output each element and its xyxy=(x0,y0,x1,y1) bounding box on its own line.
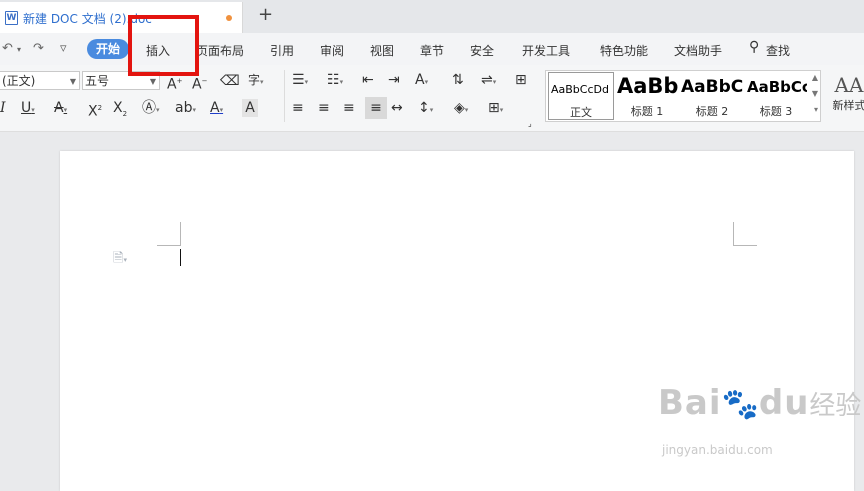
clear-format-icon[interactable]: ⌫ xyxy=(220,72,240,90)
font-name-value: (正文) xyxy=(2,74,36,88)
watermark-site: jingyan.baidu.com xyxy=(662,443,773,457)
tab-special-features[interactable]: 特色功能 xyxy=(600,42,648,59)
divider xyxy=(284,70,285,122)
style-heading-3[interactable]: AaBbCc 标题 3 xyxy=(745,72,807,120)
paw-icon: 🐾 xyxy=(721,387,759,422)
style-caption: 标题 2 xyxy=(695,105,729,118)
tab-developer-tools[interactable]: 开发工具 xyxy=(522,42,570,59)
line-break-icon[interactable]: ⇌▾ xyxy=(481,71,496,91)
margin-corner-mark xyxy=(180,222,181,246)
search-icon[interactable]: ⚲ xyxy=(749,39,759,55)
undo-icon[interactable]: ↶ xyxy=(2,41,13,56)
watermark-brand-cn: 经验 xyxy=(809,391,862,421)
strikethrough-icon[interactable]: A▾ xyxy=(54,99,67,119)
font-name-select[interactable]: (正文) ▼ xyxy=(0,71,80,90)
font-color-icon[interactable]: A▾ xyxy=(210,99,223,119)
search-label[interactable]: 查找 xyxy=(766,42,790,59)
char-shading-icon[interactable]: A xyxy=(242,99,258,117)
redo-icon[interactable]: ↷ xyxy=(33,41,44,56)
decrease-indent-icon[interactable]: ⇤ xyxy=(362,71,374,89)
margin-corner-mark xyxy=(733,222,734,246)
paragraph-shading-icon[interactable]: ◈▾ xyxy=(454,99,468,119)
tab-page-layout[interactable]: 页面布局 xyxy=(196,42,244,59)
tab-references[interactable]: 引用 xyxy=(270,42,294,59)
bullet-list-icon[interactable]: ☰▾ xyxy=(292,71,308,91)
paragraph-settings-icon[interactable]: ⌟ xyxy=(528,115,532,133)
numbered-list-icon[interactable]: ☷▾ xyxy=(327,71,343,91)
style-sample: AaBb xyxy=(617,74,679,98)
line-spacing-icon[interactable]: ↕▾ xyxy=(418,99,433,119)
table-grid-icon[interactable]: ⊞ xyxy=(515,71,527,89)
underline-icon[interactable]: U▾ xyxy=(21,99,35,119)
gallery-scroll-up-icon[interactable]: ▲ xyxy=(812,73,818,82)
watermark-logo: Bai🐾du经验 jingyan.baidu.com xyxy=(658,383,862,457)
gallery-scroll-down-icon[interactable]: ▼ xyxy=(812,89,818,98)
styles-gallery: AaBbCcDd 正文 AaBb 标题 1 AaBbC 标题 2 AaBbCc … xyxy=(545,70,821,122)
tab-start[interactable]: 开始 xyxy=(87,39,129,59)
align-left-icon[interactable]: ≡ xyxy=(292,99,304,117)
tab-document-assistant[interactable]: 文档助手 xyxy=(674,42,722,59)
borders-icon[interactable]: ⊞▾ xyxy=(488,99,503,119)
style-caption: 标题 3 xyxy=(759,105,793,118)
tab-security[interactable]: 安全 xyxy=(470,42,494,59)
annotation-highlight-box xyxy=(128,15,199,76)
style-sample: AaBbC xyxy=(681,77,744,97)
watermark-brand: Bai xyxy=(658,383,722,423)
style-heading-2[interactable]: AaBbC 标题 2 xyxy=(679,72,745,120)
unsaved-dot-icon xyxy=(226,15,232,21)
writer-doc-icon: W xyxy=(5,11,18,25)
increase-indent-icon[interactable]: ⇥ xyxy=(388,71,400,89)
italic-icon[interactable]: I xyxy=(0,99,6,117)
chevron-down-icon: ▼ xyxy=(69,77,76,86)
distribute-icon[interactable]: ↔ xyxy=(391,99,403,117)
justify-icon[interactable]: ≡ xyxy=(365,97,387,119)
highlight-icon[interactable]: ab▾ xyxy=(175,99,196,119)
document-page[interactable]: 🗎▾ xyxy=(60,151,854,491)
gallery-expand-icon[interactable]: ▾ xyxy=(814,105,818,114)
margin-corner-mark xyxy=(157,245,181,246)
document-tab[interactable]: W 新建 DOC 文档 (2).doc xyxy=(0,2,243,33)
watermark-brand-suffix: du xyxy=(758,383,810,423)
subscript-icon[interactable]: X2 xyxy=(113,99,127,123)
tab-view[interactable]: 视图 xyxy=(370,42,394,59)
paragraph-layout-icon[interactable]: 🗎▾ xyxy=(113,249,127,271)
style-heading-1[interactable]: AaBb 标题 1 xyxy=(615,72,679,120)
document-canvas: 🗎▾ xyxy=(0,132,864,491)
superscript-icon[interactable]: X2 xyxy=(88,99,102,121)
new-style-icon: AA xyxy=(834,73,864,97)
undo-dropdown-icon[interactable]: ▾ xyxy=(17,45,21,54)
align-right-icon[interactable]: ≡ xyxy=(343,99,355,117)
style-normal[interactable]: AaBbCcDd 正文 xyxy=(548,72,614,120)
style-sample: AaBbCc xyxy=(747,78,807,96)
text-cursor xyxy=(180,249,181,266)
tab-chapter[interactable]: 章节 xyxy=(420,42,444,59)
phonetic-guide-icon[interactable]: 字▾ xyxy=(248,71,264,91)
quick-access-more-icon[interactable]: ▿ xyxy=(60,41,67,56)
new-style-label: 新样式 xyxy=(832,99,864,112)
style-caption: 正文 xyxy=(570,106,592,119)
align-center-icon[interactable]: ≡ xyxy=(318,99,330,117)
new-style-button[interactable]: AA 新样式 xyxy=(829,73,864,113)
new-tab-button[interactable]: + xyxy=(258,4,273,25)
change-case-icon[interactable]: A▾ xyxy=(415,71,428,91)
text-effect-icon[interactable]: Ⓐ▾ xyxy=(142,99,160,119)
style-sample: AaBbCcDd xyxy=(551,83,609,96)
style-caption: 标题 1 xyxy=(630,105,664,118)
font-size-value: 五号 xyxy=(85,74,110,88)
sort-icon[interactable]: ⇅ xyxy=(452,71,464,89)
margin-corner-mark xyxy=(733,245,757,246)
tab-review[interactable]: 审阅 xyxy=(320,42,344,59)
